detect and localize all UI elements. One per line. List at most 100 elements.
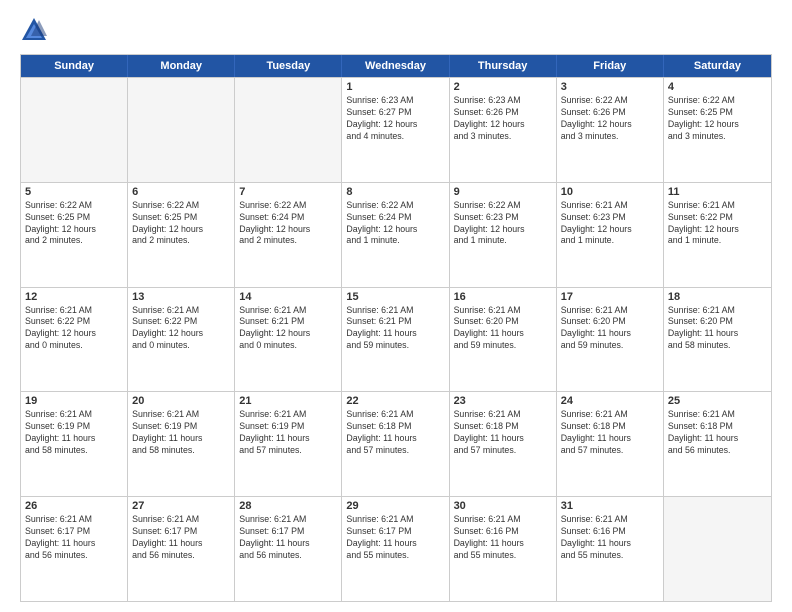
calendar-cell-day-21: 21Sunrise: 6:21 AM Sunset: 6:19 PM Dayli… [235,392,342,496]
day-number: 27 [132,500,230,512]
day-info: Sunrise: 6:21 AM Sunset: 6:17 PM Dayligh… [346,514,444,562]
day-info: Sunrise: 6:22 AM Sunset: 6:26 PM Dayligh… [561,95,659,143]
calendar-cell-empty [21,78,128,182]
calendar-cell-day-28: 28 Sunrise: 6:21 AM Sunset: 6:17 PM Dayli… [235,497,342,601]
day-number: 8 [346,186,444,198]
day-info: Sunrise: 6:21 AM Sunset: 6:23 PM Dayligh… [561,200,659,248]
day-info: Sunrise: 6:21 AM Sunset: 6:19 PM Dayligh… [132,409,230,457]
day-number: 17 [561,291,659,303]
day-info: Sunrise: 6:21 AM Sunset: 6:22 PM Dayligh… [668,200,767,248]
day-info: Sunrise: 6:23 AM Sunset: 6:27 PM Dayligh… [346,95,444,143]
calendar-cell-day-7: 7Sunrise: 6:22 AM Sunset: 6:24 PM Daylig… [235,183,342,287]
calendar-cell-day-23: 23 Sunrise: 6:21 AM Sunset: 6:18 PM Dayli… [450,392,557,496]
day-info: Sunrise: 6:21 AM Sunset: 6:21 PM Dayligh… [346,305,444,353]
calendar-cell-day-26: 26Sunrise: 6:21 AM Sunset: 6:17 PM Dayli… [21,497,128,601]
page: SundayMondayTuesdayWednesdayThursdayFrid… [0,0,792,612]
calendar-cell-day-3: 3 Sunrise: 6:22 AM Sunset: 6:26 PM Daylig… [557,78,664,182]
calendar-cell-day-31: 31 Sunrise: 6:21 AM Sunset: 6:16 PM Dayli… [557,497,664,601]
day-info: Sunrise: 6:23 AM Sunset: 6:26 PM Dayligh… [454,95,552,143]
header-day-thursday: Thursday [450,55,557,77]
header-day-saturday: Saturday [664,55,771,77]
day-info: Sunrise: 6:21 AM Sunset: 6:18 PM Dayligh… [561,409,659,457]
calendar-cell-day-5: 5 Sunrise: 6:22 AM Sunset: 6:25 PM Daylig… [21,183,128,287]
calendar-cell-day-20: 20 Sunrise: 6:21 AM Sunset: 6:19 PM Dayli… [128,392,235,496]
day-number: 26 [25,500,123,512]
calendar-cell-day-15: 15 Sunrise: 6:21 AM Sunset: 6:21 PM Dayli… [342,288,449,392]
day-number: 23 [454,395,552,407]
calendar-row-5: 26 Sunrise: 6:21 AM Sunset: 6:17 PM Dayli… [21,496,771,601]
calendar-cell-day-8: 8 Sunrise: 6:22 AM Sunset: 6:24 PM Daylig… [342,183,449,287]
day-info: Sunrise: 6:21 AM Sunset: 6:20 PM Dayligh… [668,305,767,353]
day-number: 29 [346,500,444,512]
day-info: Sunrise: 6:21 AM Sunset: 6:17 PM Dayligh… [239,514,337,562]
calendar-cell-empty [664,497,771,601]
day-info: Sunrise: 6:21 AM Sunset: 6:18 PM Dayligh… [668,409,767,457]
day-number: 1 [346,81,444,93]
calendar-cell-day-1: 1 Sunrise: 6:23 AM Sunset: 6:27 PM Daylig… [342,78,449,182]
calendar-cell-day-22: 22Sunrise: 6:21 AM Sunset: 6:18 PM Dayli… [342,392,449,496]
day-number: 19 [25,395,123,407]
day-number: 16 [454,291,552,303]
calendar-cell-day-12: 12 Sunrise: 6:21 AM Sunset: 6:22 PM Dayli… [21,288,128,392]
day-number: 2 [454,81,552,93]
calendar-cell-empty [128,78,235,182]
day-number: 4 [668,81,767,93]
day-number: 30 [454,500,552,512]
calendar-cell-day-30: 30 Sunrise: 6:21 AM Sunset: 6:16 PM Dayli… [450,497,557,601]
day-number: 31 [561,500,659,512]
day-info: Sunrise: 6:21 AM Sunset: 6:20 PM Dayligh… [561,305,659,353]
calendar-cell-day-11: 11 Sunrise: 6:21 AM Sunset: 6:22 PM Dayli… [664,183,771,287]
calendar-row-2: 5 Sunrise: 6:22 AM Sunset: 6:25 PM Daylig… [21,182,771,287]
calendar-cell-day-24: 24 Sunrise: 6:21 AM Sunset: 6:18 PM Dayli… [557,392,664,496]
calendar-cell-day-10: 10Sunrise: 6:21 AM Sunset: 6:23 PM Dayli… [557,183,664,287]
calendar-cell-day-25: 25 Sunrise: 6:21 AM Sunset: 6:18 PM Dayli… [664,392,771,496]
calendar-cell-day-27: 27Sunrise: 6:21 AM Sunset: 6:17 PM Dayli… [128,497,235,601]
day-number: 11 [668,186,767,198]
calendar-body: 1 Sunrise: 6:23 AM Sunset: 6:27 PM Daylig… [21,77,771,601]
calendar-cell-day-6: 6 Sunrise: 6:22 AM Sunset: 6:25 PM Daylig… [128,183,235,287]
header-day-sunday: Sunday [21,55,128,77]
day-info: Sunrise: 6:21 AM Sunset: 6:18 PM Dayligh… [454,409,552,457]
header-day-wednesday: Wednesday [342,55,449,77]
day-info: Sunrise: 6:22 AM Sunset: 6:25 PM Dayligh… [132,200,230,248]
day-number: 15 [346,291,444,303]
day-number: 25 [668,395,767,407]
day-number: 7 [239,186,337,198]
day-info: Sunrise: 6:21 AM Sunset: 6:19 PM Dayligh… [25,409,123,457]
day-number: 3 [561,81,659,93]
day-info: Sunrise: 6:22 AM Sunset: 6:24 PM Dayligh… [346,200,444,248]
header [20,16,772,44]
day-info: Sunrise: 6:22 AM Sunset: 6:25 PM Dayligh… [25,200,123,248]
calendar-cell-day-18: 18 Sunrise: 6:21 AM Sunset: 6:20 PM Dayli… [664,288,771,392]
day-number: 20 [132,395,230,407]
day-number: 28 [239,500,337,512]
calendar-cell-day-2: 2 Sunrise: 6:23 AM Sunset: 6:26 PM Daylig… [450,78,557,182]
calendar-cell-day-4: 4 Sunrise: 6:22 AM Sunset: 6:25 PM Daylig… [664,78,771,182]
day-number: 9 [454,186,552,198]
logo-icon [20,16,48,44]
day-info: Sunrise: 6:21 AM Sunset: 6:22 PM Dayligh… [132,305,230,353]
header-day-monday: Monday [128,55,235,77]
day-number: 21 [239,395,337,407]
calendar-cell-day-9: 9Sunrise: 6:22 AM Sunset: 6:23 PM Daylig… [450,183,557,287]
header-day-friday: Friday [557,55,664,77]
day-number: 14 [239,291,337,303]
calendar-cell-day-19: 19 Sunrise: 6:21 AM Sunset: 6:19 PM Dayli… [21,392,128,496]
day-number: 6 [132,186,230,198]
calendar-row-1: 1 Sunrise: 6:23 AM Sunset: 6:27 PM Daylig… [21,77,771,182]
day-number: 24 [561,395,659,407]
day-info: Sunrise: 6:21 AM Sunset: 6:18 PM Dayligh… [346,409,444,457]
calendar-cell-empty [235,78,342,182]
day-info: Sunrise: 6:21 AM Sunset: 6:22 PM Dayligh… [25,305,123,353]
calendar-row-3: 12 Sunrise: 6:21 AM Sunset: 6:22 PM Dayli… [21,287,771,392]
calendar-cell-day-14: 14Sunrise: 6:21 AM Sunset: 6:21 PM Dayli… [235,288,342,392]
day-info: Sunrise: 6:21 AM Sunset: 6:16 PM Dayligh… [561,514,659,562]
day-number: 5 [25,186,123,198]
day-number: 12 [25,291,123,303]
calendar-header: SundayMondayTuesdayWednesdayThursdayFrid… [21,55,771,77]
calendar-cell-day-16: 16 Sunrise: 6:21 AM Sunset: 6:20 PM Dayli… [450,288,557,392]
day-info: Sunrise: 6:21 AM Sunset: 6:16 PM Dayligh… [454,514,552,562]
day-info: Sunrise: 6:22 AM Sunset: 6:25 PM Dayligh… [668,95,767,143]
day-number: 18 [668,291,767,303]
day-info: Sunrise: 6:21 AM Sunset: 6:20 PM Dayligh… [454,305,552,353]
